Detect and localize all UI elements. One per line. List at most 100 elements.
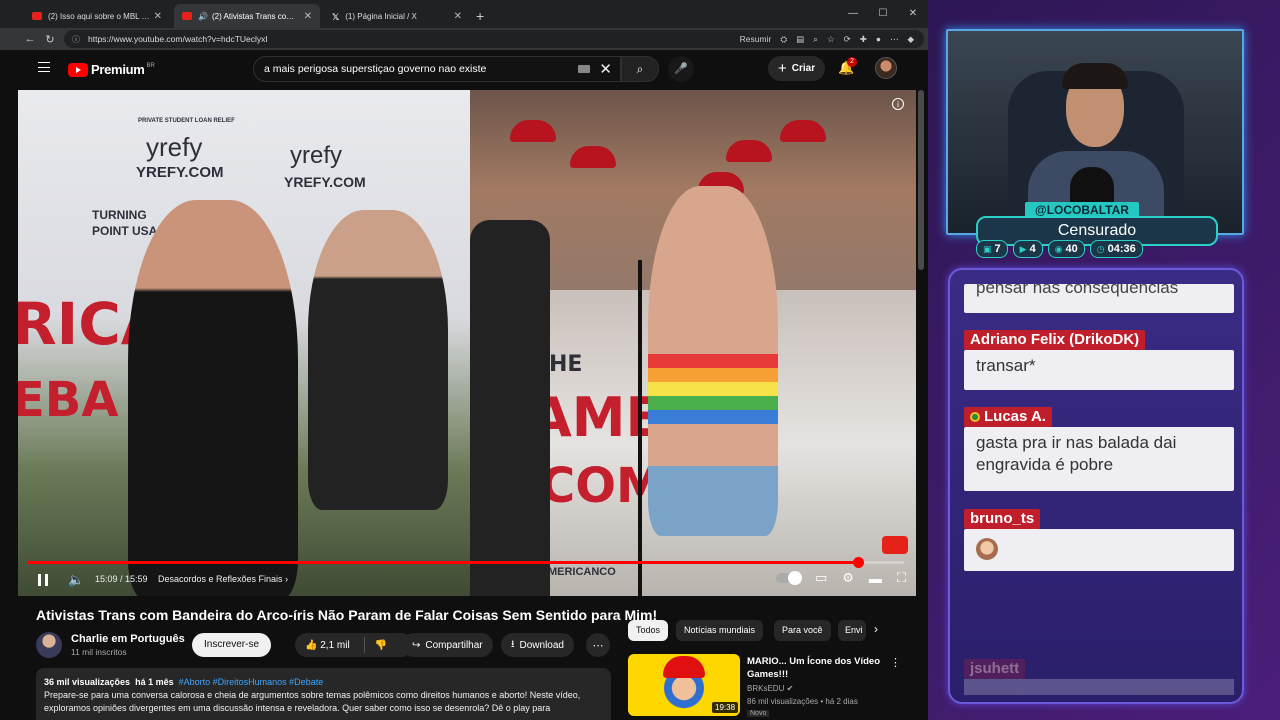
chat-icon: ▣ — [983, 243, 992, 254]
site-info-icon[interactable]: ⓘ — [72, 34, 80, 45]
address-tools: Resumir ⛭ ▤ ⌕ ☆ ⟳ ✚ ● ⋯ ◆ — [740, 30, 914, 48]
page-scrollbar[interactable] — [918, 90, 924, 270]
window-controls: — ☐ ✕ — [838, 0, 928, 28]
sponsor-logo: yrefy — [290, 142, 343, 169]
chat-message: gasta pra ir nas balada dai engravida é … — [964, 427, 1234, 491]
more-options-icon[interactable]: ⋮ — [890, 656, 901, 669]
profile-icon[interactable]: ● — [876, 34, 881, 44]
tab-ativistas[interactable]: 🔊 (2) Ativistas Trans com Bandeira ✕ — [174, 4, 320, 28]
hashtags[interactable]: #Aborto #DireitosHumanos #Debate — [179, 677, 324, 687]
chat-username-text: Lucas A. — [984, 408, 1046, 425]
keyboard-icon[interactable] — [578, 65, 590, 73]
theater-mode-icon[interactable]: ▬ — [869, 571, 882, 586]
sponsor-url: YREFY.COM — [284, 174, 366, 190]
volume-icon[interactable]: 🔈 — [68, 572, 84, 588]
chip-for-you[interactable]: Para você — [774, 620, 831, 641]
tab-label: (2) Isso aqui sobre o MBL é BRUTAL — [48, 11, 150, 21]
download-label: Download — [519, 639, 564, 651]
clear-search-icon[interactable]: ✕ — [599, 60, 612, 78]
tab-x[interactable]: 𝕏 (1) Página Inicial / X ✕ — [324, 4, 470, 28]
channel-name[interactable]: Charlie em Português — [71, 633, 185, 645]
download-button[interactable]: ⭳ Download — [501, 633, 574, 657]
new-tab-button[interactable]: + — [476, 4, 484, 28]
notification-count: 2 — [847, 57, 857, 67]
recommendation-title[interactable]: MARIO... Um Ícone dos Vídeo Games!!! — [747, 655, 887, 681]
recommendation-channel[interactable]: BRKsEDU ✔ — [747, 684, 793, 693]
chip-all[interactable]: Todos — [628, 620, 669, 641]
search-button[interactable]: ⌕ — [621, 56, 659, 82]
channel-watermark[interactable] — [882, 536, 908, 554]
microphone-stand — [638, 260, 642, 596]
menu-dots-icon[interactable]: ⋯ — [890, 34, 899, 45]
subscribe-button[interactable]: Inscrever-se — [192, 633, 272, 657]
hamburger-menu-icon[interactable] — [38, 62, 50, 72]
autoplay-toggle[interactable] — [775, 571, 802, 585]
upload-age: há 1 mês — [135, 677, 174, 687]
close-icon[interactable]: ✕ — [304, 11, 312, 22]
back-icon[interactable]: ← — [20, 33, 40, 45]
share-label: Compartilhar — [425, 639, 483, 651]
refresh-icon[interactable]: ↻ — [40, 33, 60, 46]
minimize-icon[interactable]: — — [838, 0, 868, 28]
create-button[interactable]: + Criar — [768, 56, 826, 81]
chapter-button[interactable]: Desacordos e Reflexões Finais › — [158, 574, 288, 584]
chip-world-news[interactable]: Notícias mundiais — [676, 620, 764, 641]
create-label: Criar — [791, 63, 816, 74]
translate-icon[interactable]: ⛭ — [780, 34, 787, 45]
info-icon[interactable]: i — [892, 98, 904, 110]
viewers-counter: ◉ 40 — [1047, 240, 1085, 258]
chip-partial[interactable]: Envi — [838, 620, 866, 641]
player-right-controls: ▭ ⚙ ▬ ⛶ — [775, 570, 906, 586]
maximize-icon[interactable]: ☐ — [868, 0, 898, 28]
close-icon[interactable]: ✕ — [454, 11, 462, 22]
voice-search-button[interactable]: 🎤 — [668, 56, 694, 82]
description-box[interactable]: 36 mil visualizações há 1 mês #Aborto #D… — [36, 668, 611, 720]
more-actions-button[interactable]: ⋯ — [586, 633, 610, 657]
bookmark-icon[interactable]: ☆ — [827, 34, 835, 45]
summary-button[interactable]: Resumir — [740, 34, 772, 44]
chapter-title: Desacordos e Reflexões Finais — [158, 574, 283, 584]
brazil-flag-icon — [970, 412, 980, 422]
youtube-logo[interactable]: Premium BR — [68, 62, 155, 77]
description-text: Prepare-se para uma conversa calorosa e … — [44, 690, 581, 713]
like-button[interactable]: 👍 2,1 mil — [305, 640, 350, 651]
cap-red — [780, 120, 826, 142]
tab-mbl[interactable]: (2) Isso aqui sobre o MBL é BRUTAL ✕ — [24, 4, 170, 28]
emote-icon — [976, 538, 998, 560]
search-query: a mais perigosa superstiçao governo nao … — [264, 63, 487, 75]
chevron-right-icon[interactable]: › — [874, 622, 878, 636]
extensions-icon[interactable]: ⟳ — [844, 34, 851, 45]
divider — [363, 637, 365, 653]
chat-message — [964, 529, 1234, 571]
stream-counters: ▣ 7 ▶ 4 ◉ 40 ◷ 04:36 — [976, 240, 1143, 258]
video-player[interactable]: PRIVATE STUDENT LOAN RELIEF yrefy YREFY.… — [18, 90, 916, 596]
url-field[interactable]: ⓘ https://www.youtube.com/watch?v=hdcTUe… — [64, 30, 924, 48]
new-badge: Novo — [747, 710, 770, 717]
share-button[interactable]: ↪ Compartilhar — [402, 633, 493, 657]
close-icon[interactable]: ✕ — [154, 11, 162, 22]
fullscreen-icon[interactable]: ⛶ — [897, 570, 906, 586]
channel-avatar[interactable] — [36, 632, 62, 658]
pause-icon[interactable] — [38, 574, 48, 586]
logo-text: Premium — [91, 62, 145, 77]
country-code: BR — [146, 62, 155, 69]
clock-icon: ◷ — [1096, 243, 1105, 254]
chat-message-fading — [964, 679, 1234, 695]
reader-icon[interactable]: ▤ — [796, 34, 804, 45]
security-man — [308, 210, 448, 510]
settings-gear-icon[interactable]: ⚙ — [842, 570, 854, 586]
plus-icon: + — [778, 60, 787, 77]
copilot-icon[interactable]: ◆ — [907, 34, 914, 45]
close-window-icon[interactable]: ✕ — [898, 0, 928, 28]
recommendation-channel-name: BRKsEDU — [747, 684, 785, 693]
puzzle-icon[interactable]: ✚ — [860, 34, 867, 45]
account-avatar[interactable] — [875, 57, 897, 79]
timer-counter: ◷ 04:36 — [1089, 240, 1143, 258]
zoom-icon[interactable]: ⌕ — [813, 34, 818, 45]
youtube-count: 4 — [1029, 242, 1036, 255]
search-input[interactable]: a mais perigosa superstiçao governo nao … — [253, 56, 621, 82]
subtitles-icon[interactable]: ▭ — [815, 570, 827, 586]
dislike-button[interactable]: 👎 — [375, 640, 387, 651]
viewers-icon: ◉ — [1054, 243, 1063, 254]
speaker-icon[interactable]: 🔊 — [198, 12, 208, 21]
